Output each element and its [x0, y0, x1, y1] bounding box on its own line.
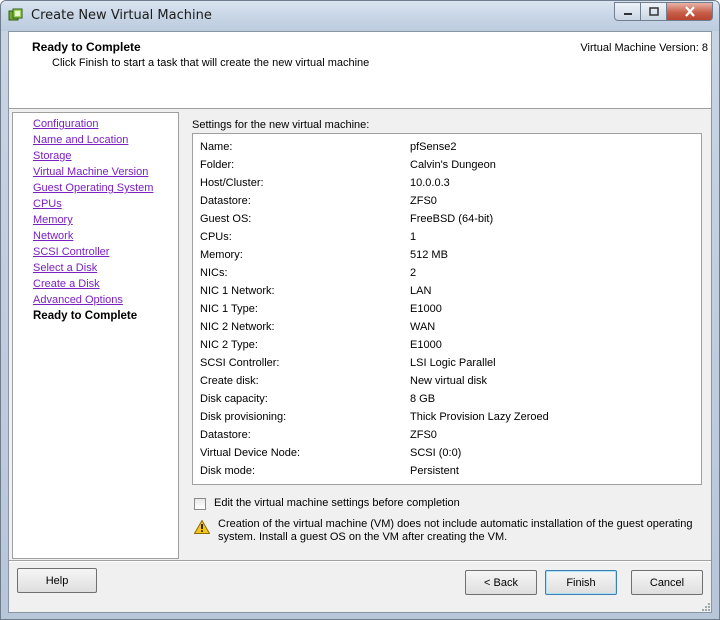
- setting-key: NIC 2 Network:: [200, 321, 275, 333]
- wizard-step-select-a-disk[interactable]: Select a Disk: [33, 260, 178, 276]
- setting-value: Thick Provision Lazy Zeroed: [410, 411, 549, 423]
- setting-key: Create disk:: [200, 375, 259, 387]
- resize-grip-icon[interactable]: [699, 600, 711, 612]
- wizard-step-network[interactable]: Network: [33, 228, 178, 244]
- setting-key: Disk provisioning:: [200, 411, 287, 423]
- settings-heading: Settings for the new virtual machine:: [192, 119, 370, 131]
- setting-key: Datastore:: [200, 195, 251, 207]
- settings-row: NIC 1 Type: E1000: [193, 300, 701, 318]
- wizard-step-memory[interactable]: Memory: [33, 212, 178, 228]
- setting-key: Guest OS:: [200, 213, 252, 225]
- page-title: Ready to Complete: [32, 40, 141, 54]
- settings-row: Guest OS: FreeBSD (64-bit): [193, 210, 701, 228]
- settings-row: NIC 1 Network: LAN: [193, 282, 701, 300]
- setting-value: 1: [410, 231, 417, 243]
- settings-row: SCSI Controller: LSI Logic Parallel: [193, 354, 701, 372]
- edit-settings-checkbox[interactable]: [194, 498, 206, 510]
- settings-row: Virtual Device Node: SCSI (0:0): [193, 444, 701, 462]
- settings-summary-table: Name: pfSense2 Folder: Calvin's Dungeon Host…: [192, 133, 702, 485]
- vsphere-app-icon: [8, 8, 24, 24]
- setting-key: Disk mode:: [200, 465, 256, 477]
- maximize-icon: [648, 6, 659, 16]
- wizard-step-storage[interactable]: Storage: [33, 148, 178, 164]
- setting-key: NIC 2 Type:: [200, 339, 258, 351]
- help-button[interactable]: Help: [17, 568, 97, 593]
- warning-text: Creation of the virtual machine (VM) doe…: [218, 518, 693, 543]
- setting-key: Folder:: [200, 159, 235, 171]
- wizard-client-area: Ready to Complete Click Finish to start …: [8, 31, 712, 613]
- settings-row: Disk capacity: 8 GB: [193, 390, 701, 408]
- wizard-step-virtual-machine-version[interactable]: Virtual Machine Version: [33, 164, 178, 180]
- settings-row: NICs: 2: [193, 264, 701, 282]
- wizard-step-create-a-disk[interactable]: Create a Disk: [33, 276, 178, 292]
- setting-value: 10.0.0.3: [410, 177, 450, 189]
- setting-value: pfSense2: [410, 141, 457, 153]
- setting-key: SCSI Controller:: [200, 357, 280, 369]
- wizard-step-configuration[interactable]: Configuration: [33, 116, 178, 132]
- setting-key: CPUs:: [200, 231, 232, 243]
- setting-key: Disk capacity:: [200, 393, 268, 405]
- close-button[interactable]: [667, 2, 713, 21]
- wizard-step-list: Configuration Name and Location Storage Vir…: [12, 112, 179, 559]
- setting-value: LAN: [410, 285, 432, 297]
- setting-value: Persistent: [410, 465, 459, 477]
- setting-value: New virtual disk: [410, 375, 488, 387]
- setting-key: Datastore:: [200, 429, 251, 441]
- vm-version-label: Virtual Machine Version: 8: [580, 42, 708, 54]
- warning-icon: [193, 519, 211, 534]
- setting-value: LSI Logic Parallel: [410, 357, 496, 369]
- setting-key: Memory:: [200, 249, 243, 261]
- close-icon: [684, 6, 695, 17]
- footer-divider-highlight: [9, 561, 711, 562]
- setting-value: FreeBSD (64-bit): [410, 213, 494, 225]
- back-button[interactable]: < Back: [465, 570, 537, 595]
- cancel-button[interactable]: Cancel: [631, 570, 703, 595]
- settings-row: Disk provisioning: Thick Provision Lazy Z…: [193, 408, 701, 426]
- minimize-icon: [623, 12, 632, 15]
- settings-row: Folder: Calvin's Dungeon: [193, 156, 701, 174]
- page-subtitle: Click Finish to start a task that will c…: [52, 57, 370, 69]
- settings-row: Memory: 512 MB: [193, 246, 701, 264]
- wizard-step-name-and-location[interactable]: Name and Location: [33, 132, 178, 148]
- setting-value: Calvin's Dungeon: [410, 159, 496, 171]
- setting-value: 512 MB: [410, 249, 448, 261]
- wizard-header: Ready to Complete Click Finish to start …: [9, 32, 711, 109]
- settings-row: NIC 2 Type: E1000: [193, 336, 701, 354]
- wizard-window: Create New Virtual Machine Ready to Comp…: [0, 0, 720, 620]
- wizard-step-advanced-options[interactable]: Advanced Options: [33, 292, 178, 308]
- setting-key: NICs:: [200, 267, 228, 279]
- setting-value: E1000: [410, 339, 442, 351]
- finish-button[interactable]: Finish: [545, 570, 617, 595]
- wizard-step-guest-operating-system[interactable]: Guest Operating System: [33, 180, 178, 196]
- settings-row: Datastore: ZFS0: [193, 426, 701, 444]
- settings-row: Datastore: ZFS0: [193, 192, 701, 210]
- setting-value: ZFS0: [410, 429, 437, 441]
- settings-row: Host/Cluster: 10.0.0.3: [193, 174, 701, 192]
- settings-row: Create disk: New virtual disk: [193, 372, 701, 390]
- settings-row: CPUs: 1: [193, 228, 701, 246]
- setting-key: Virtual Device Node:: [200, 447, 301, 459]
- setting-key: NIC 1 Type:: [200, 303, 258, 315]
- settings-row: Name: pfSense2: [193, 138, 701, 156]
- setting-value: 8 GB: [410, 393, 436, 405]
- setting-value: WAN: [410, 321, 436, 333]
- setting-value: ZFS0: [410, 195, 437, 207]
- setting-value: 2: [410, 267, 417, 279]
- minimize-button[interactable]: [614, 2, 641, 21]
- settings-row: NIC 2 Network: WAN: [193, 318, 701, 336]
- setting-key: NIC 1 Network:: [200, 285, 275, 297]
- wizard-step-scsi-controller[interactable]: SCSI Controller: [33, 244, 178, 260]
- setting-value: E1000: [410, 303, 442, 315]
- settings-row: Disk mode: Persistent: [193, 462, 701, 480]
- wizard-step-cpus[interactable]: CPUs: [33, 196, 178, 212]
- setting-value: SCSI (0:0): [410, 447, 462, 459]
- edit-settings-label[interactable]: Edit the virtual machine settings before…: [214, 497, 460, 509]
- window-title: Create New Virtual Machine: [31, 8, 212, 23]
- maximize-button[interactable]: [641, 2, 667, 21]
- setting-key: Name:: [200, 141, 233, 153]
- summary-panel: Settings for the new virtual machine: Na…: [192, 118, 708, 543]
- wizard-step-ready-to-complete: Ready to Complete: [33, 310, 138, 322]
- title-bar[interactable]: Create New Virtual Machine: [1, 1, 719, 31]
- setting-key: Host/Cluster:: [200, 177, 264, 189]
